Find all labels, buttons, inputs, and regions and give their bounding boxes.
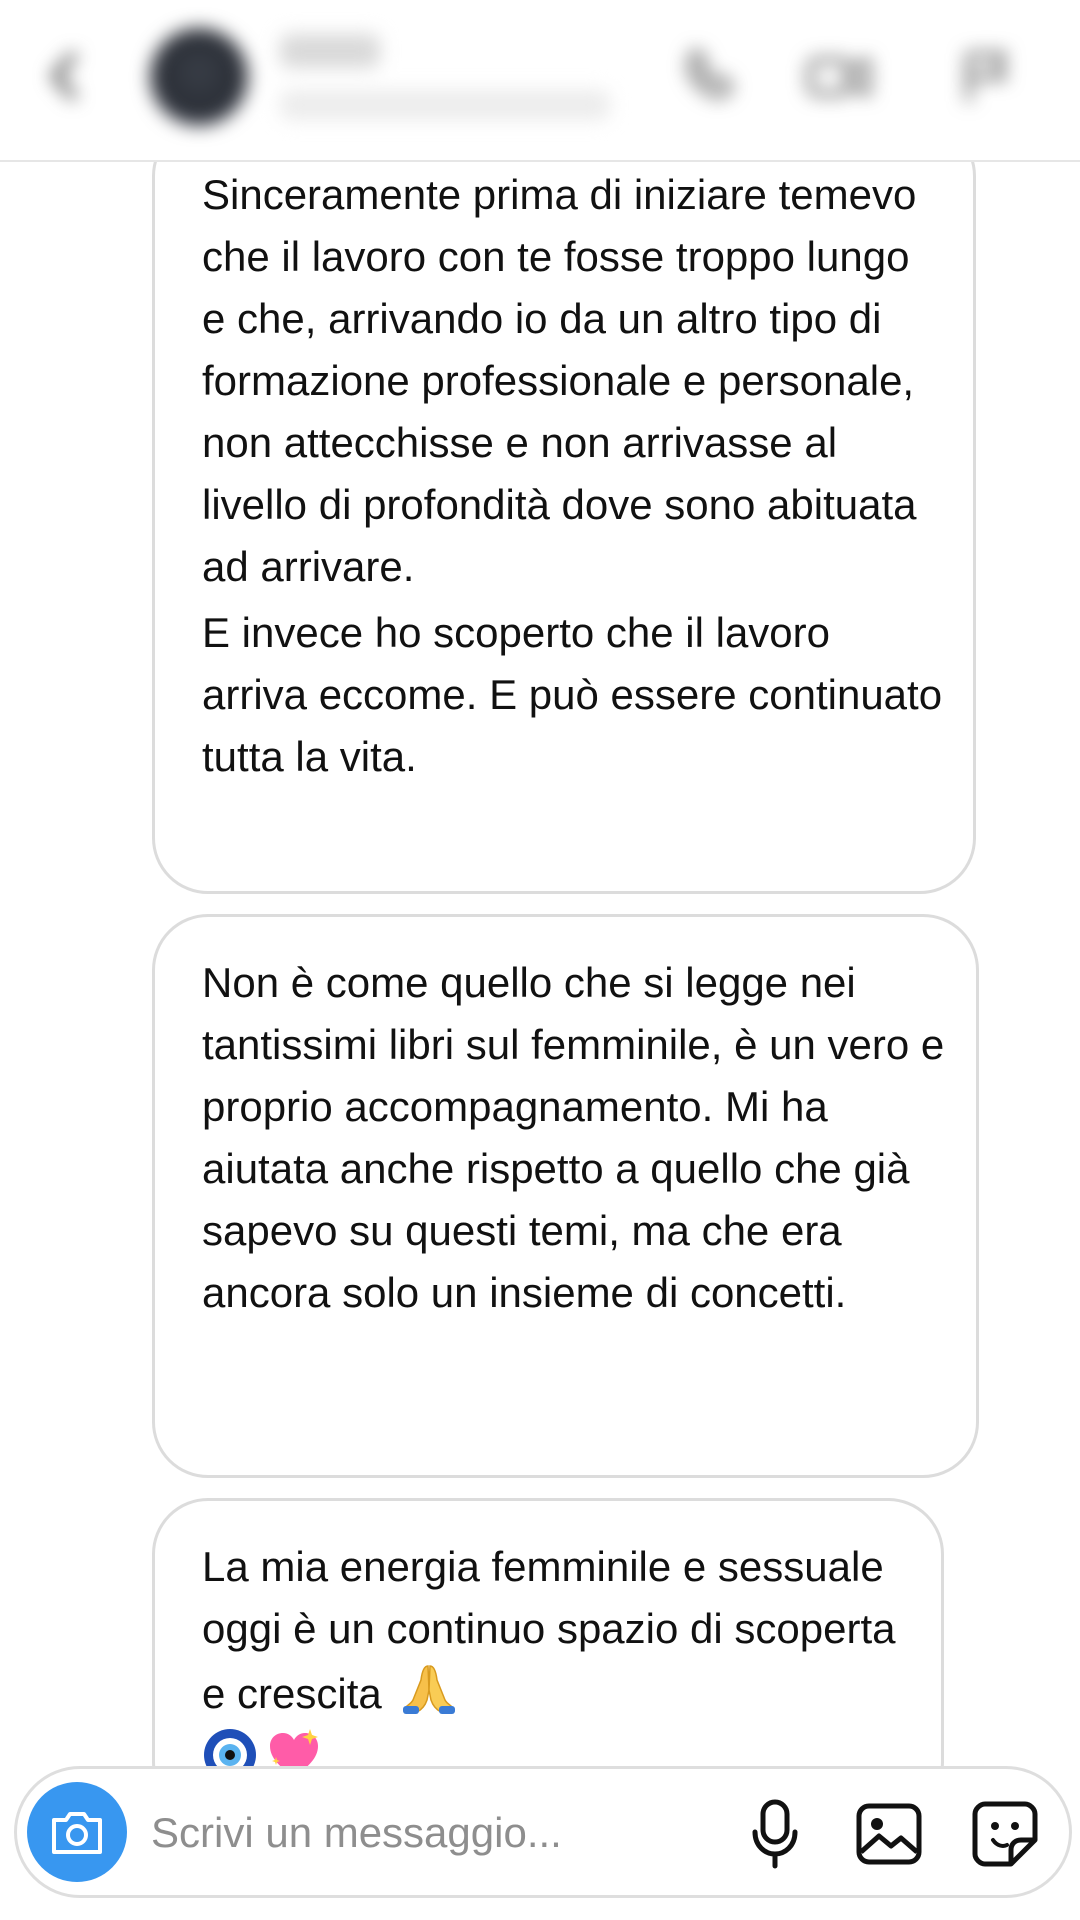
message-text: Sinceramente prima di iniziare temevo ch… xyxy=(202,171,917,590)
message-bubble[interactable]: Sinceramente prima di iniziare temevo ch… xyxy=(152,120,976,894)
chevron-left-icon xyxy=(51,52,77,100)
video-camera-icon xyxy=(807,58,870,96)
flag-icon xyxy=(966,52,1007,102)
sticker-icon xyxy=(972,1801,1038,1867)
chat-header xyxy=(0,0,1080,162)
header-blur-layer xyxy=(0,0,1080,160)
call-button[interactable] xyxy=(668,42,748,112)
avatar[interactable] xyxy=(150,28,248,126)
gallery-icon xyxy=(856,1803,922,1865)
camera-button[interactable] xyxy=(27,1782,127,1882)
report-button[interactable] xyxy=(948,42,1028,112)
message-text: La mia energia femminile e sessuale oggi… xyxy=(202,1543,896,1717)
message-text: Non è come quello che si legge nei tanti… xyxy=(202,959,945,1316)
camera-icon xyxy=(52,1812,102,1854)
sticker-button[interactable] xyxy=(965,1794,1045,1874)
contact-name[interactable] xyxy=(280,34,380,68)
message-text: E invece ho scoperto che il lavoro arriv… xyxy=(202,609,943,780)
back-button[interactable] xyxy=(46,50,82,102)
microphone-icon xyxy=(752,1799,798,1869)
phone-icon xyxy=(686,50,733,99)
message-composer xyxy=(14,1766,1072,1898)
contact-status xyxy=(280,90,610,120)
voice-message-button[interactable] xyxy=(735,1794,815,1874)
video-call-button[interactable] xyxy=(800,42,880,112)
folded-hands-icon xyxy=(403,1665,456,1714)
gallery-button[interactable] xyxy=(849,1794,929,1874)
message-bubble[interactable]: Non è come quello che si legge nei tanti… xyxy=(152,914,979,1478)
message-input[interactable] xyxy=(151,1803,621,1863)
message-line: La mia energia femminile e sessuale oggi… xyxy=(202,1536,911,1725)
